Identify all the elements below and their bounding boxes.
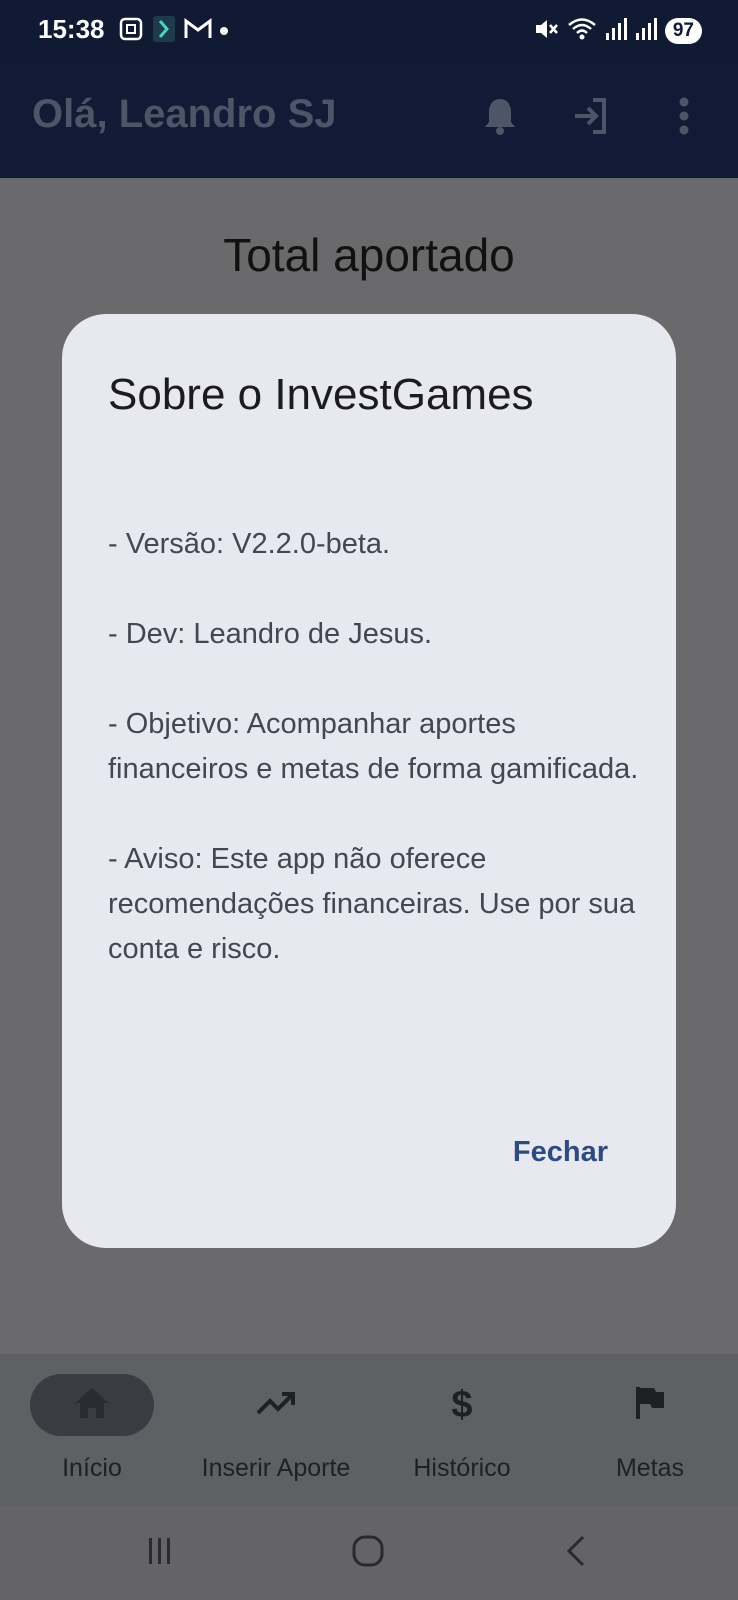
battery-icon: 97 xyxy=(664,18,702,44)
nav-item-metas[interactable]: Metas xyxy=(558,1374,738,1494)
nav-label: Histórico xyxy=(413,1454,511,1482)
system-navigation-bar xyxy=(0,1506,738,1600)
wifi-icon xyxy=(567,16,597,47)
nav-indicator xyxy=(214,1374,338,1436)
more-options-button[interactable] xyxy=(660,94,708,142)
nav-indicator xyxy=(30,1374,154,1436)
about-dialog: Sobre o InvestGames - Versão: V2.2.0-bet… xyxy=(62,314,676,1248)
nav-item-inserir-aporte[interactable]: Inserir Aporte xyxy=(184,1374,368,1494)
dialog-title: Sobre o InvestGames xyxy=(108,370,534,419)
signal-icon xyxy=(605,17,627,46)
dialog-objective-text: - Objetivo: Acompanhar aportes financeir… xyxy=(108,708,639,785)
logout-icon xyxy=(571,97,609,140)
app-icon xyxy=(152,15,176,48)
gmail-icon xyxy=(184,17,212,45)
nav-indicator xyxy=(588,1374,712,1436)
status-icons-right: 97 xyxy=(533,16,702,46)
dialog-version-text: - Versão: V2.2.0-beta. xyxy=(108,528,391,560)
signal-icon xyxy=(635,17,657,46)
nav-item-inicio[interactable]: Início xyxy=(0,1374,184,1494)
nav-label: Inserir Aporte xyxy=(201,1454,351,1482)
flag-icon xyxy=(634,1385,666,1426)
back-icon xyxy=(564,1534,588,1573)
nav-item-historico[interactable]: $ Histórico xyxy=(370,1374,554,1494)
screenshot-icon xyxy=(118,16,144,47)
back-button[interactable] xyxy=(546,1528,606,1578)
status-bar: 15:38 97 xyxy=(0,0,738,64)
bottom-navigation: Início Inserir Aporte $ Histórico Metas xyxy=(0,1354,738,1506)
more-vert-icon xyxy=(678,97,690,140)
home-icon xyxy=(73,1386,111,1425)
notification-dot-icon xyxy=(220,27,228,35)
mute-icon xyxy=(533,16,559,47)
dialog-dev-text: - Dev: Leandro de Jesus. xyxy=(108,618,433,650)
page-title: Olá, Leandro SJ xyxy=(32,92,337,136)
nav-label: Metas xyxy=(615,1454,685,1482)
nav-indicator: $ xyxy=(400,1374,524,1436)
status-time: 15:38 xyxy=(38,14,105,44)
logout-button[interactable] xyxy=(566,94,614,142)
recents-icon xyxy=(145,1536,175,1571)
status-icons-left xyxy=(118,15,228,48)
trending-up-icon xyxy=(256,1390,296,1421)
app-bar: Olá, Leandro SJ xyxy=(0,64,738,178)
notifications-button[interactable] xyxy=(476,94,524,142)
nav-label: Início xyxy=(62,1454,122,1482)
home-button[interactable] xyxy=(338,1528,398,1578)
dialog-warning-text: - Aviso: Este app não oferece recomendaç… xyxy=(108,843,636,965)
notifications-icon xyxy=(482,96,518,141)
home-circle-icon xyxy=(351,1534,385,1573)
total-aportado-title: Total aportado xyxy=(223,229,515,281)
recents-button[interactable] xyxy=(130,1528,190,1578)
dialog-body: - Versão: V2.2.0-beta. - Dev: Leandro de… xyxy=(108,522,648,1017)
close-button[interactable]: Fechar xyxy=(513,1136,608,1169)
dollar-icon: $ xyxy=(451,1383,473,1426)
